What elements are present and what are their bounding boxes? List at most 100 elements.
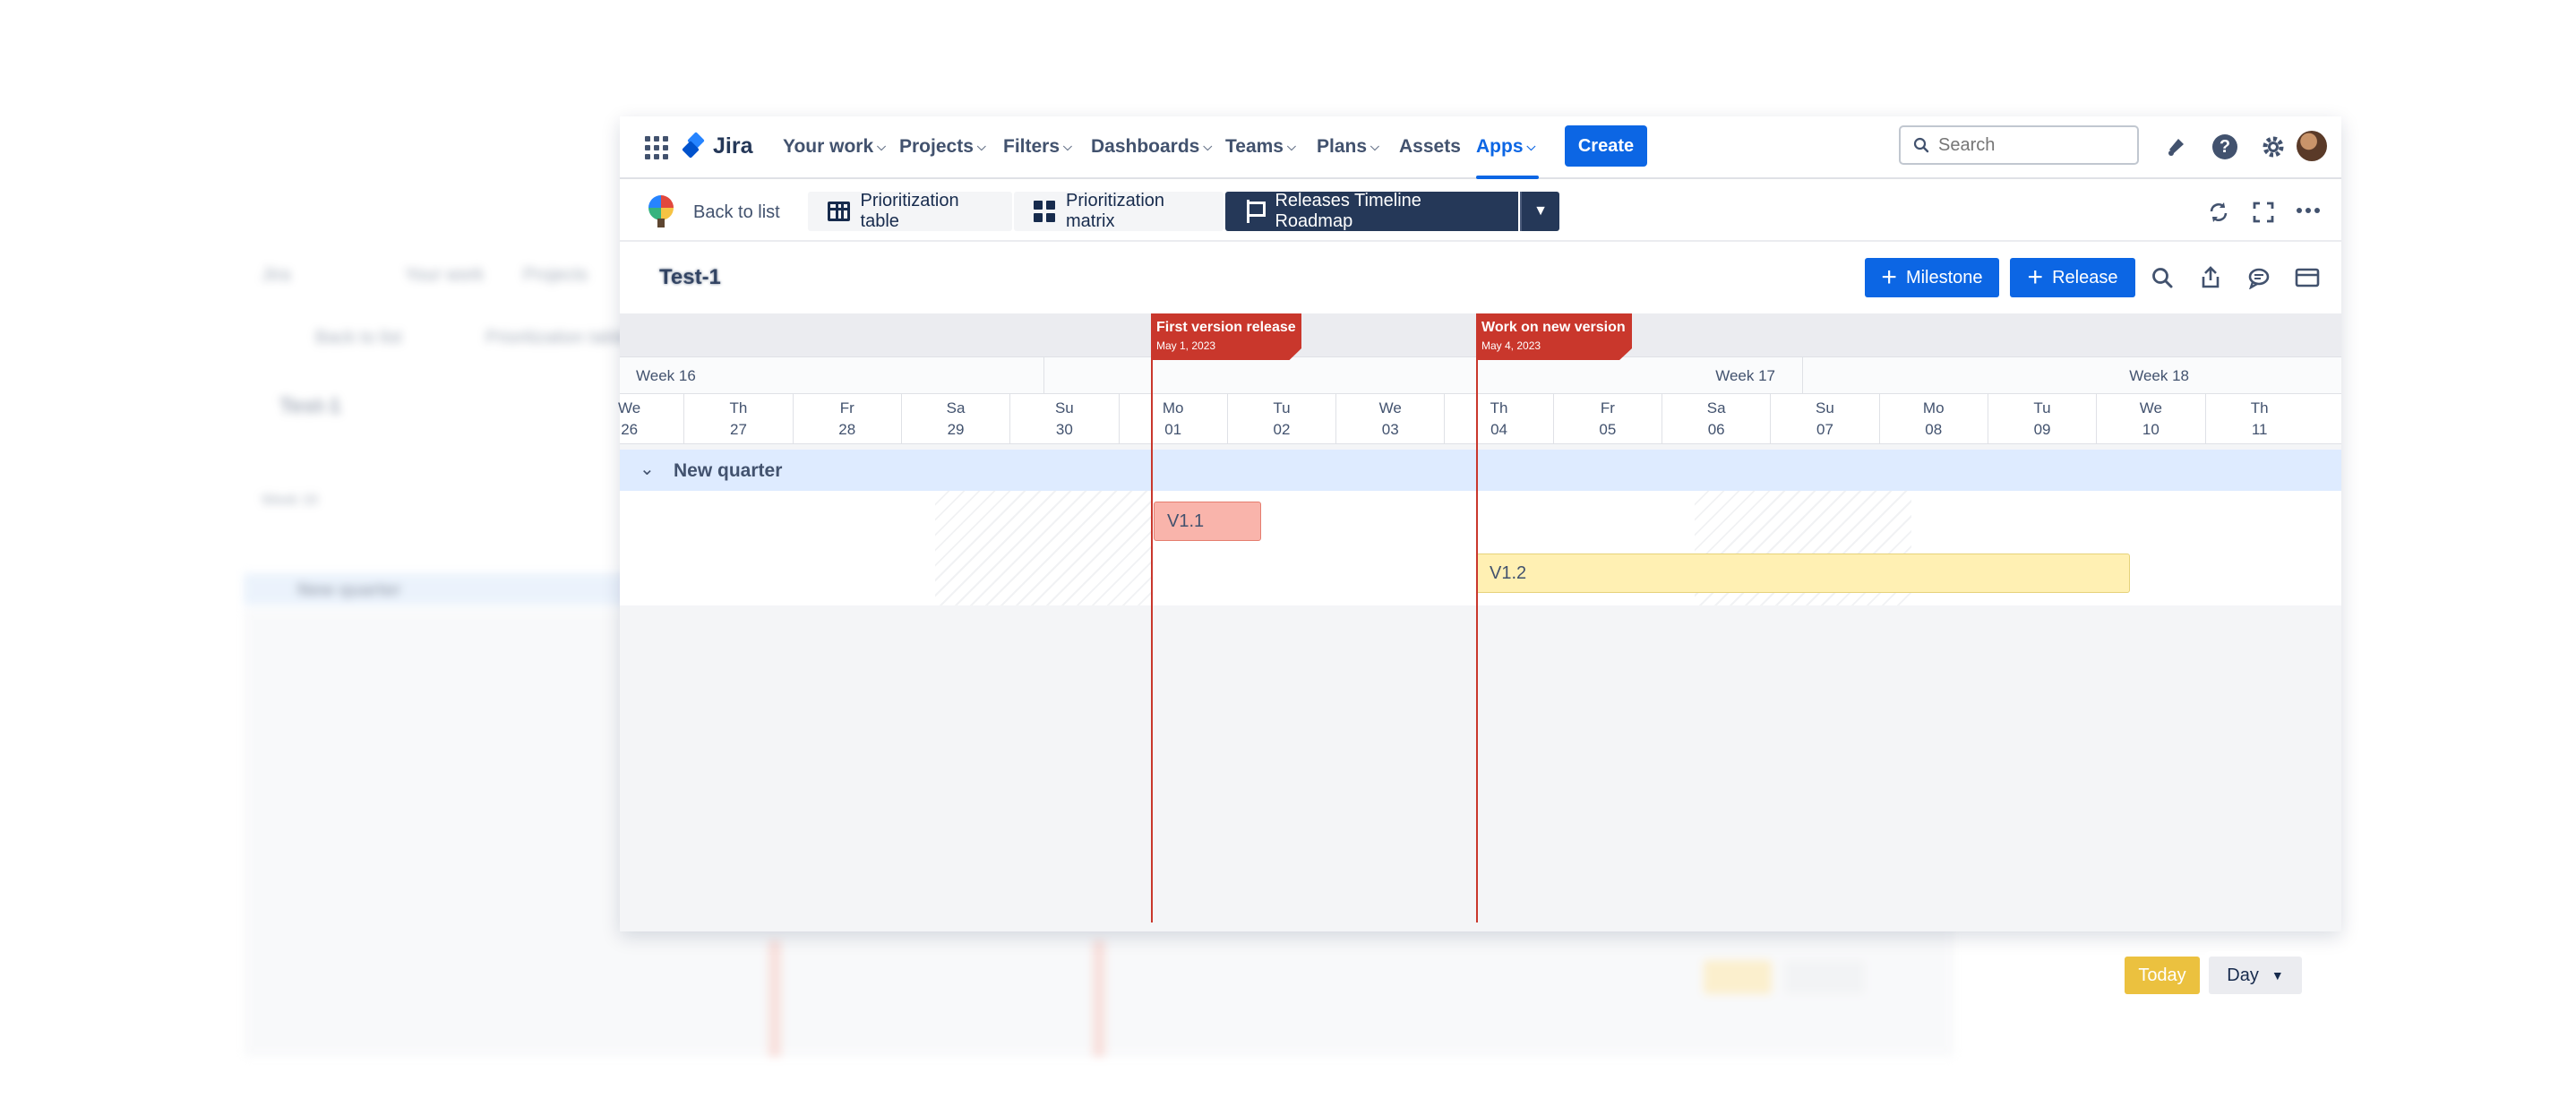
app-window: Jira Your work ⌵ Projects ⌵ Filters ⌵ Dashb…	[618, 116, 2341, 994]
nav-assets[interactable]: Assets	[1399, 136, 1461, 158]
create-button[interactable]: Create	[1565, 125, 1647, 167]
milestone-line	[1151, 313, 1153, 922]
nav-plans[interactable]: Plans ⌵	[1317, 136, 1379, 158]
milestone-title: First version release	[1156, 320, 1296, 335]
ghost-back-link: Back to list	[315, 328, 402, 348]
today-button[interactable]: Today	[2125, 957, 2200, 994]
tab-label: Prioritization table	[860, 191, 959, 231]
ghost-nav-item: Projects	[523, 265, 588, 285]
jira-logo[interactable]: Jira	[682, 132, 752, 159]
day-number: 02	[1273, 421, 1291, 438]
add-milestone-button[interactable]: + Milestone	[1865, 258, 1999, 297]
ghost-title: Test-1	[279, 394, 341, 418]
nav-apps[interactable]: Apps ⌵	[1476, 136, 1535, 158]
sync-icon[interactable]	[2207, 201, 2230, 230]
tab-prioritization-matrix[interactable]: Prioritization matrix	[1014, 191, 1224, 231]
group-row-new-quarter[interactable]: ⌄ New quarter	[620, 450, 2341, 491]
chevron-down-icon: ⌵	[877, 140, 886, 153]
milestone-line	[1476, 313, 1478, 922]
ghost-milestone-line	[1093, 940, 1105, 1057]
app-switcher-icon[interactable]	[645, 136, 668, 159]
fullscreen-icon[interactable]	[2252, 201, 2275, 230]
day-number: 11	[2251, 421, 2268, 438]
ghost-nav-item: Your work	[405, 265, 485, 285]
search-input[interactable]	[1938, 134, 2117, 156]
day-of-week: Sa	[1706, 399, 1726, 416]
app-toolbar: Back to list Prioritization table Priori…	[620, 181, 2341, 242]
day-header-cell: Su 07	[1770, 394, 1878, 444]
chevron-down-icon: ⌵	[1286, 140, 1296, 153]
day-number: 06	[1707, 421, 1725, 438]
milestone-date: May 1, 2023	[1156, 339, 1216, 352]
plus-icon: +	[2027, 262, 2044, 292]
scale-select[interactable]: Day ▼	[2209, 957, 2302, 994]
nav-label: Apps	[1476, 136, 1524, 157]
day-of-week: Th	[1490, 399, 1508, 416]
nav-label: Plans	[1317, 136, 1368, 157]
notifications-icon[interactable]	[2162, 133, 2191, 161]
chevron-down-icon: ▼	[2271, 968, 2284, 983]
day-header-row: We 26 Th 27 Fr 28 Sa 29 Su 30 Mo 01 Tu 02 We 03 Th 04 Fr 05…	[618, 394, 2341, 444]
nav-active-indicator	[1476, 176, 1539, 179]
nav-teams[interactable]: Teams ⌵	[1225, 136, 1296, 158]
nav-label: Filters	[1003, 136, 1060, 157]
views-dropdown-button[interactable]: ▼	[1520, 192, 1559, 231]
day-header-cell: Tu 02	[1226, 394, 1335, 444]
more-options-icon[interactable]	[2295, 197, 2322, 230]
tab-releases-timeline-roadmap[interactable]: Releases Timeline Roadmap	[1225, 191, 1518, 231]
back-to-list-link[interactable]: Back to list	[693, 202, 780, 223]
day-of-week: Tu	[2033, 399, 2051, 416]
nav-projects[interactable]: Projects ⌵	[899, 136, 986, 158]
group-label: New quarter	[674, 460, 783, 481]
chevron-down-icon: ⌵	[976, 140, 986, 153]
day-header-cell: Mo 08	[1878, 394, 1988, 444]
day-of-week: Su	[1816, 399, 1834, 416]
day-header-cell: Tu 09	[1987, 394, 2096, 444]
nav-label: Teams	[1225, 136, 1284, 157]
release-bar-v1-1[interactable]: V1.1	[1154, 502, 1261, 541]
milestone-first-version-release[interactable]: First version release May 1, 2023	[1151, 313, 1301, 360]
day-header-cell: Th 11	[2204, 394, 2314, 444]
day-of-week: Tu	[1273, 399, 1291, 416]
day-number: 08	[1925, 421, 1943, 438]
release-bar-v1-2[interactable]: V1.2	[1476, 554, 2130, 593]
nav-label: Projects	[899, 136, 974, 157]
day-number: 01	[1164, 421, 1182, 438]
button-label: Release	[2052, 267, 2118, 287]
day-of-week: We	[1378, 399, 1402, 416]
add-release-button[interactable]: + Release	[2010, 258, 2135, 297]
matrix-icon	[1034, 201, 1055, 222]
nav-label: Assets	[1399, 136, 1461, 157]
app-balloon-logo-icon	[647, 195, 675, 227]
tab-prioritization-table[interactable]: Prioritization table	[808, 191, 1012, 231]
ghost-tab: Prioritization table	[485, 328, 628, 348]
search-box[interactable]	[1899, 125, 2139, 165]
search-icon[interactable]	[2148, 263, 2177, 292]
nav-your-work[interactable]: Your work ⌵	[783, 136, 886, 158]
ghost-group: New quarter	[297, 580, 401, 600]
milestone-title: Work on new version	[1481, 320, 1626, 335]
help-icon[interactable]: ?	[2211, 133, 2239, 161]
weekend-shading	[935, 491, 1152, 605]
week-label: Week 18	[1802, 357, 2341, 395]
share-icon[interactable]	[2196, 263, 2225, 292]
chevron-down-icon: ⌵	[1203, 140, 1213, 153]
tab-label: Prioritization matrix	[1066, 191, 1165, 231]
comments-icon[interactable]	[2245, 263, 2273, 292]
day-number: 03	[1381, 421, 1399, 438]
settings-icon[interactable]	[2259, 133, 2288, 161]
day-header-cell: Th 27	[683, 394, 792, 444]
chevron-down-icon: ⌵	[1063, 140, 1072, 153]
user-avatar[interactable]	[2297, 131, 2327, 161]
button-label: Milestone	[1905, 267, 1983, 287]
nav-dashboards[interactable]: Dashboards ⌵	[1091, 136, 1212, 158]
chevron-down-icon[interactable]: ⌄	[640, 458, 655, 480]
week-label: Week 16	[636, 367, 696, 384]
nav-filters[interactable]: Filters ⌵	[1003, 136, 1072, 158]
board-title: Test-1	[659, 265, 721, 289]
milestone-work-on-new-version[interactable]: Work on new version May 4, 2023	[1476, 313, 1632, 360]
day-number: 09	[2033, 421, 2051, 438]
nav-label: Your work	[783, 136, 874, 157]
card-view-icon[interactable]	[2293, 263, 2322, 292]
day-header-cell: Fr 28	[792, 394, 901, 444]
